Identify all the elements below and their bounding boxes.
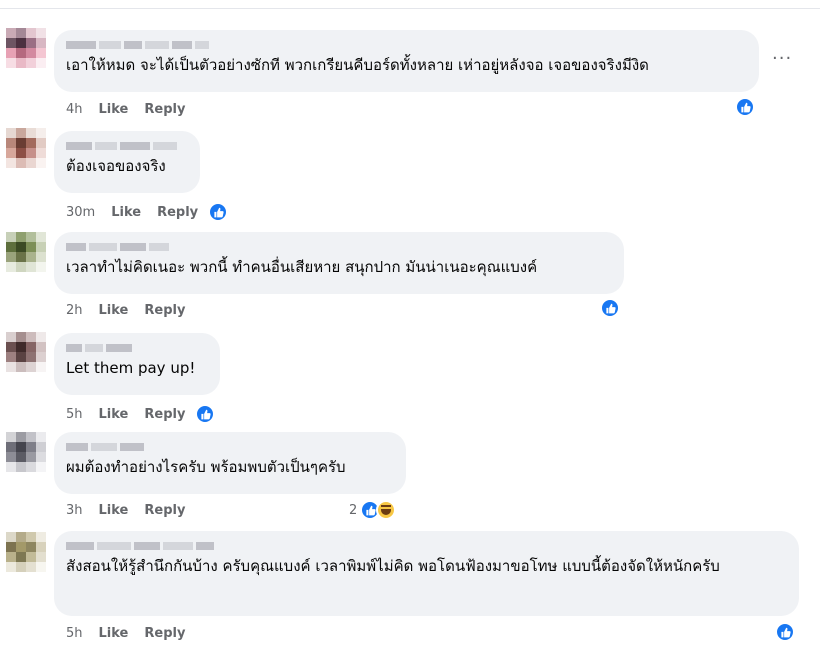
- commenter-name-blurred[interactable]: [66, 38, 747, 52]
- comment-timestamp[interactable]: 5h: [66, 626, 83, 641]
- haha-icon: [376, 500, 397, 520]
- reaction-summary[interactable]: [735, 97, 755, 117]
- comment-bubble: ต้องเจอของจริง: [54, 131, 200, 193]
- avatar[interactable]: [6, 332, 46, 372]
- comment-bubble: เอาให้หมด จะได้เป็นตัวอย่างซักที พวกเกรี…: [54, 30, 759, 92]
- comment-bubble: เวลาทำไม่คิดเนอะ พวกนี้ ทำคนอื่นเสียหาย …: [54, 232, 624, 294]
- like-icon: [775, 622, 795, 642]
- reaction-summary[interactable]: 2: [349, 500, 397, 520]
- comment-actions: 30m Like Reply: [66, 202, 229, 222]
- like-icon: [600, 298, 620, 318]
- comment-text: เอาให้หมด จะได้เป็นตัวอย่างซักที พวกเกรี…: [66, 56, 649, 74]
- comment-timestamp[interactable]: 3h: [66, 503, 83, 518]
- avatar[interactable]: [6, 532, 46, 572]
- reaction-summary[interactable]: [600, 298, 620, 318]
- comment-bubble: Let them pay up!: [54, 333, 220, 395]
- comment-bubble: สังสอนให้รู้สำนึกกันบ้าง ครับคุณแบงค์ เว…: [54, 531, 799, 616]
- comment-text: Let them pay up!: [66, 359, 196, 377]
- like-icon: [735, 97, 755, 117]
- comment-text: ต้องเจอของจริง: [66, 157, 166, 175]
- commenter-name-blurred[interactable]: [66, 440, 394, 454]
- reply-button[interactable]: Reply: [144, 503, 185, 518]
- like-icon[interactable]: [208, 202, 229, 222]
- reaction-summary[interactable]: [775, 622, 795, 642]
- like-button[interactable]: Like: [111, 205, 141, 220]
- like-button[interactable]: Like: [99, 102, 129, 117]
- reply-button[interactable]: Reply: [157, 205, 198, 220]
- reply-button[interactable]: Reply: [144, 303, 185, 318]
- like-button[interactable]: Like: [99, 303, 129, 318]
- commenter-name-blurred[interactable]: [66, 341, 208, 355]
- comment-actions: 3h Like Reply: [66, 503, 185, 518]
- reaction-count: 2: [349, 502, 358, 518]
- comment-actions: 4h Like Reply: [66, 102, 185, 117]
- avatar[interactable]: [6, 232, 46, 272]
- like-icon[interactable]: [195, 404, 216, 424]
- comment-actions: 2h Like Reply: [66, 303, 185, 318]
- comment-text: เวลาทำไม่คิดเนอะ พวกนี้ ทำคนอื่นเสียหาย …: [66, 258, 538, 276]
- comment-timestamp[interactable]: 30m: [66, 205, 95, 220]
- avatar[interactable]: [6, 128, 46, 168]
- commenter-name-blurred[interactable]: [66, 539, 787, 553]
- like-button[interactable]: Like: [99, 503, 129, 518]
- comment-text: ผมต้องทำอย่างไรครับ พร้อมพบตัวเป็นๆครับ: [66, 458, 346, 476]
- commenter-name-blurred[interactable]: [66, 240, 612, 254]
- commenter-name-blurred[interactable]: [66, 139, 188, 153]
- reply-button[interactable]: Reply: [144, 626, 185, 641]
- reply-button[interactable]: Reply: [144, 407, 185, 422]
- comment-timestamp[interactable]: 2h: [66, 303, 83, 318]
- comment-timestamp[interactable]: 4h: [66, 102, 83, 117]
- avatar[interactable]: [6, 28, 46, 68]
- comment-timestamp[interactable]: 5h: [66, 407, 83, 422]
- more-options-icon[interactable]: ···: [772, 48, 792, 69]
- like-button[interactable]: Like: [99, 626, 129, 641]
- comment-bubble: ผมต้องทำอย่างไรครับ พร้อมพบตัวเป็นๆครับ: [54, 432, 406, 494]
- like-button[interactable]: Like: [99, 407, 129, 422]
- comment-actions: 5h Like Reply: [66, 404, 216, 424]
- top-divider: [0, 8, 820, 9]
- comment-text: สังสอนให้รู้สำนึกกันบ้าง ครับคุณแบงค์ เว…: [66, 557, 720, 575]
- avatar[interactable]: [6, 432, 46, 472]
- reply-button[interactable]: Reply: [144, 102, 185, 117]
- comment-actions: 5h Like Reply: [66, 626, 185, 641]
